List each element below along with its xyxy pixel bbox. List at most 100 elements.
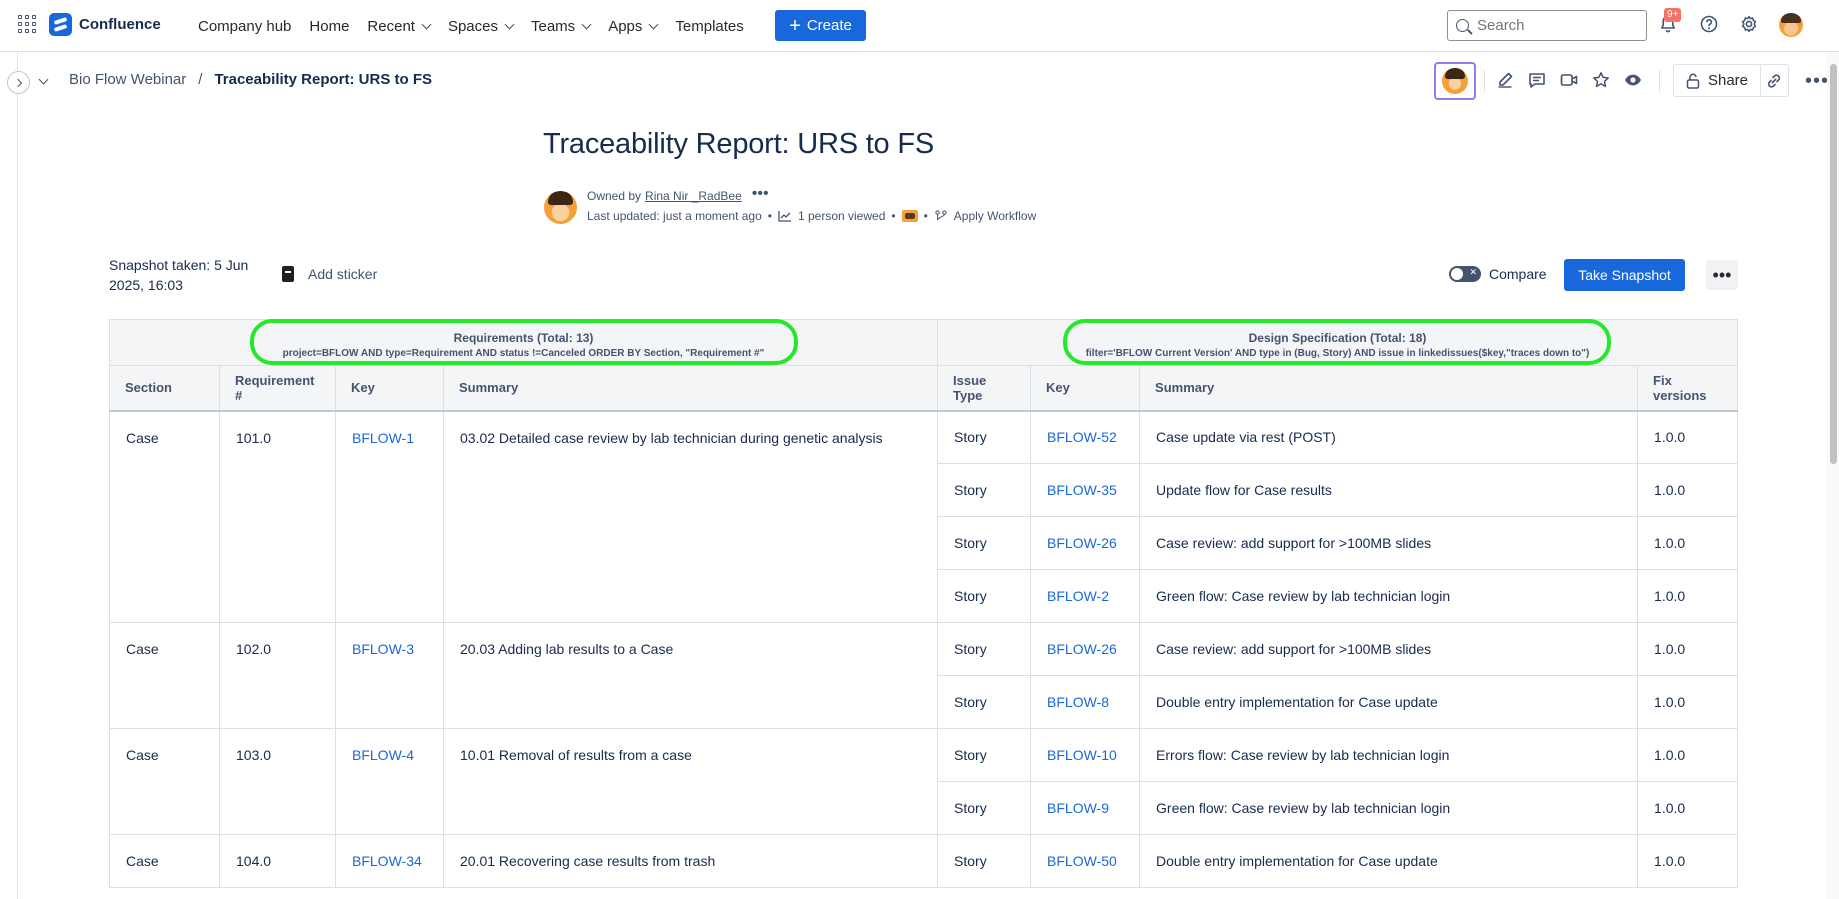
owner-more-icon[interactable]: ••• (752, 185, 769, 203)
spec-key-link[interactable]: BFLOW-52 (1047, 429, 1117, 445)
spec-summary-cell: Errors flow: Case review by lab technici… (1139, 728, 1639, 782)
requirement-key-link-cell: BFLOW-4 (335, 728, 444, 835)
spec-fix-version: 1.0.0 (1654, 694, 1686, 710)
column-header: Key (1030, 365, 1141, 412)
nav-home[interactable]: Home (300, 0, 358, 52)
breadcrumb-current-page[interactable]: Traceability Report: URS to FS (214, 71, 432, 88)
spec-key-link-cell: BFLOW-9 (1030, 781, 1141, 835)
requirement-section-cell: Case (109, 622, 220, 729)
requirement-key-link[interactable]: BFLOW-34 (352, 853, 422, 869)
spec-issue-type: Story (954, 800, 987, 816)
spec-fix-version-cell: 1.0.0 (1637, 569, 1739, 623)
spec-key-link[interactable]: BFLOW-9 (1047, 800, 1109, 816)
link-icon (1767, 73, 1780, 88)
spec-key-link[interactable]: BFLOW-8 (1047, 694, 1109, 710)
watch-eye-icon[interactable] (1624, 71, 1642, 89)
confluence-logo[interactable]: Confluence (49, 13, 161, 36)
nav-apps[interactable]: Apps (599, 0, 666, 52)
spec-fix-version-cell: 1.0.0 (1637, 463, 1739, 517)
breadcrumb-collapse-chevron-icon[interactable] (38, 74, 49, 85)
spec-summary: Case update via rest (POST) (1156, 429, 1336, 446)
nav-templates[interactable]: Templates (666, 0, 752, 52)
owner-avatar[interactable] (544, 191, 577, 224)
take-snapshot-button[interactable]: Take Snapshot (1564, 259, 1685, 291)
collaborator-avatar-image (1442, 68, 1468, 94)
table-row: Case 102.0 BFLOW-3 20.03 Adding lab results… (109, 622, 1739, 729)
requirement-section: Case (126, 429, 159, 446)
spec-issue-type-cell: Story (937, 675, 1032, 729)
page-scrollbar-thumb[interactable] (1830, 64, 1837, 464)
spec-fix-version-cell: 1.0.0 (1637, 834, 1739, 888)
requirements-title: Requirements (Total: 13) (453, 330, 594, 345)
spec-issue-type: Story (954, 535, 987, 551)
app-switcher-icon[interactable] (18, 15, 36, 33)
more-actions-icon[interactable]: ••• (1805, 70, 1829, 93)
page-title: Traceability Report: URS to FS (543, 128, 934, 160)
breadcrumb-separator: / (198, 71, 203, 88)
nav-spaces[interactable]: Spaces (439, 0, 522, 52)
spec-fix-version-cell: 1.0.0 (1637, 516, 1739, 570)
sidebar-rail (0, 52, 18, 899)
help-icon[interactable] (1700, 15, 1718, 33)
compare-toggle[interactable]: Compare (1449, 266, 1547, 282)
spec-key-link[interactable]: BFLOW-26 (1047, 641, 1117, 657)
comment-icon[interactable] (1528, 71, 1546, 89)
spec-issue-type: Story (954, 694, 987, 710)
owner-link[interactable]: Rina Nir _RadBee (645, 189, 742, 203)
requirement-section-cell: Case (109, 728, 220, 835)
requirement-key-link-cell: BFLOW-34 (335, 834, 444, 888)
chevron-down-icon (504, 19, 515, 29)
confluence-logo-icon (49, 13, 72, 36)
spec-issue-type-cell: Story (937, 410, 1032, 464)
table-row: Case 101.0 BFLOW-1 03.02 Detailed case revi… (109, 410, 1739, 623)
snapshot-more-button[interactable]: ••• (1706, 260, 1738, 290)
nav-recent[interactable]: Recent (358, 0, 439, 52)
share-button[interactable]: Share (1673, 64, 1761, 97)
requirements-query: project=BFLOW AND type=Requirement AND s… (282, 347, 765, 359)
design-spec-title: Design Specification (Total: 18) (1248, 330, 1427, 345)
collaborator-avatar[interactable] (1434, 62, 1476, 100)
requirement-key-link[interactable]: BFLOW-1 (352, 430, 414, 446)
last-updated[interactable]: Last updated: just a moment ago (587, 209, 762, 223)
breadcrumb-space-link[interactable]: Bio Flow Webinar (69, 71, 186, 88)
requirement-key-link[interactable]: BFLOW-4 (352, 747, 414, 763)
nav-company-hub[interactable]: Company hub (189, 0, 300, 52)
nav-teams[interactable]: Teams (522, 0, 599, 52)
star-icon[interactable] (1592, 71, 1610, 89)
status-emoji-icon[interactable] (901, 210, 918, 222)
requirement-key-link[interactable]: BFLOW-3 (352, 641, 414, 657)
views-count[interactable]: 1 person viewed (798, 209, 885, 223)
copy-link-button[interactable] (1759, 64, 1789, 97)
create-button[interactable]: + Create (775, 10, 866, 41)
search-box[interactable] (1447, 10, 1647, 41)
search-icon (1456, 19, 1469, 32)
spec-summary: Green flow: Case review by lab technicia… (1156, 588, 1451, 604)
spec-summary: Errors flow: Case review by lab technici… (1156, 747, 1450, 763)
add-sticker-button[interactable]: Add sticker (282, 266, 377, 282)
spec-issue-type: Story (954, 429, 987, 446)
spec-key-link[interactable]: BFLOW-2 (1047, 588, 1109, 604)
search-input[interactable] (1477, 17, 1627, 34)
requirement-section-cell: Case (109, 834, 220, 888)
requirement-number-cell: 103.0 (219, 728, 336, 835)
nav-label: Apps (608, 17, 643, 35)
apply-workflow-link[interactable]: Apply Workflow (954, 209, 1036, 223)
spec-key-link-cell: BFLOW-26 (1030, 516, 1141, 570)
spec-key-link[interactable]: BFLOW-26 (1047, 535, 1117, 551)
toggle-switch[interactable] (1449, 266, 1481, 282)
spec-summary-cell: Double entry implementation for Case upd… (1139, 675, 1639, 729)
edit-icon[interactable] (1496, 71, 1514, 89)
video-icon[interactable] (1560, 71, 1578, 89)
requirement-summary: 03.02 Detailed case review by lab techni… (460, 429, 883, 446)
lock-icon (1686, 73, 1700, 89)
spec-key-link[interactable]: BFLOW-10 (1047, 747, 1117, 763)
nav-label: Spaces (447, 17, 498, 35)
expand-sidebar-button[interactable] (7, 71, 30, 94)
spec-key-link[interactable]: BFLOW-35 (1047, 482, 1117, 498)
user-avatar[interactable] (1779, 13, 1803, 37)
requirement-summary-cell: 20.03 Adding lab results to a Case (442, 622, 939, 729)
spec-fix-version: 1.0.0 (1654, 641, 1686, 657)
spec-key-link[interactable]: BFLOW-50 (1047, 853, 1117, 869)
requirement-key-link-cell: BFLOW-1 (335, 410, 444, 623)
settings-gear-icon[interactable] (1740, 15, 1758, 33)
